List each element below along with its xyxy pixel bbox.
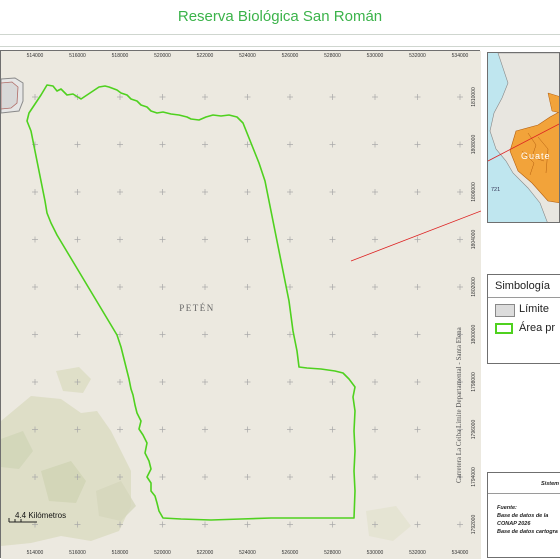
x-tick-label: 532000	[409, 53, 426, 59]
road-label: Carretera La Ceiba Límite Departamental …	[455, 326, 463, 483]
legend-item-label: Límite	[519, 303, 549, 315]
map-title: Reserva Biológica San Román	[177, 8, 383, 25]
x-tick-label: 520000	[154, 550, 171, 556]
x-tick-label: 516000	[69, 53, 86, 59]
divider	[0, 46, 560, 47]
scale-label: 4.4 Kilómetros	[15, 511, 66, 520]
y-tick-label: 1792000	[471, 515, 477, 535]
locator-inset-map[interactable]: Guate 721	[487, 52, 560, 223]
y-tick-label: 1808000	[471, 135, 477, 155]
y-tick-label: 1798000	[471, 372, 477, 392]
legend-swatch-limit	[495, 304, 515, 317]
y-tick-label: 1794000	[471, 467, 477, 487]
x-tick-label: 532000	[409, 550, 426, 556]
inset-country-label: Guate	[521, 151, 551, 161]
x-tick-label: 524000	[239, 53, 256, 59]
y-tick-label: 1796000	[471, 420, 477, 440]
y-tick-label: 1810000	[471, 87, 477, 107]
inset-canvas: Guate 721	[488, 53, 559, 222]
x-tick-label: 520000	[154, 53, 171, 59]
x-tick-label: 534000	[452, 53, 469, 59]
source-line: CONAP 2026	[497, 521, 531, 527]
x-tick-label: 528000	[324, 53, 341, 59]
y-tick-label: 1802000	[471, 277, 477, 297]
source-label: Fuente:	[497, 505, 517, 511]
legend-title: Simbología	[495, 280, 551, 292]
x-tick-label: 518000	[112, 53, 129, 59]
x-tick-label: 530000	[367, 53, 384, 59]
x-tick-label: 518000	[112, 550, 129, 556]
source-line: Base de datos de la	[497, 513, 549, 519]
legend-item-label: Área pr	[519, 322, 556, 334]
divider	[488, 493, 560, 494]
x-tick-label: 514000	[27, 550, 44, 556]
x-tick-label: 530000	[367, 550, 384, 556]
x-tick-label: 522000	[197, 53, 214, 59]
main-map[interactable]: PETÉN Carretera La Ceiba Límite Departam…	[0, 50, 481, 559]
legend: Simbología Límite Área pr	[487, 274, 560, 364]
region-label: PETÉN	[179, 303, 215, 313]
map-canvas: PETÉN Carretera La Ceiba Límite Departam…	[1, 51, 481, 559]
legend-swatch-protected-area	[495, 323, 513, 334]
x-tick-label: 526000	[282, 550, 299, 556]
x-tick-label: 516000	[69, 550, 86, 556]
divider	[488, 297, 560, 298]
x-tick-label: 524000	[239, 550, 256, 556]
x-tick-label: 522000	[197, 550, 214, 556]
source-line: Base de datos cartogra	[497, 529, 558, 535]
x-tick-label: 528000	[324, 550, 341, 556]
y-tick-label: 1804000	[471, 230, 477, 250]
system-header: Sistem	[541, 481, 560, 487]
source-info-box: Sistem Fuente: Base de datos de la CONAP…	[487, 472, 560, 558]
y-tick-label: 1800000	[471, 325, 477, 345]
x-tick-label: 514000	[27, 53, 44, 59]
x-tick-label: 534000	[452, 550, 469, 556]
x-tick-label: 526000	[282, 53, 299, 59]
divider	[0, 34, 560, 35]
y-tick-label: 1806000	[471, 182, 477, 202]
inset-number-label: 721	[491, 187, 500, 193]
